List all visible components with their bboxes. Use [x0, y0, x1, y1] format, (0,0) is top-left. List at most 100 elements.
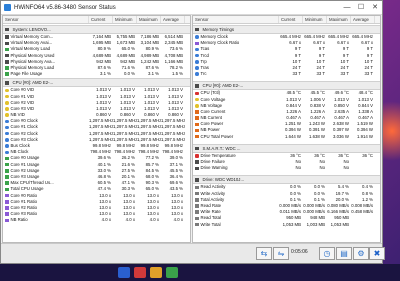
sensor-group-header[interactable]: Memory Timings [193, 25, 380, 34]
volt-icon [195, 97, 199, 102]
sensor-pane-left[interactable]: Sensor Current Minimum Maximum Average S… [2, 15, 191, 243]
disk-icon [195, 204, 199, 208]
col-current[interactable]: Current [279, 16, 303, 23]
col-maximum[interactable]: Maximum [327, 16, 351, 23]
clock-icon[interactable]: ◷ [319, 247, 335, 260]
maximum-value: No [343, 165, 350, 171]
disk-icon [195, 198, 199, 202]
volt-icon [5, 107, 9, 111]
sensor-row[interactable]: NB Ratio 4.0 x 4.0 x 4.0 x 4.0 x [3, 217, 190, 223]
minimum-value: 4.0 x [125, 217, 135, 223]
sensor-pane-right[interactable]: Sensor Current Minimum Maximum Average M… [192, 15, 381, 243]
clock-icon [195, 53, 199, 58]
sensor-group-label: System: LENOVO... [12, 27, 51, 32]
column-header: Sensor Current Minimum Maximum Average [193, 16, 380, 24]
average-value: 0.458 MB/s [351, 209, 373, 215]
col-sensor[interactable]: Sensor [3, 16, 89, 23]
taskbar-app-icon[interactable] [118, 267, 130, 278]
maximum-value: 4.0 x [149, 217, 159, 223]
current-value: 1,053 MB [282, 221, 301, 227]
volt-icon [5, 101, 9, 105]
sensor-group-label: CPU [#0]: AMD E2-... [12, 80, 54, 86]
chip-icon [195, 160, 199, 164]
taskbar-app-icon[interactable] [166, 267, 178, 278]
close-button[interactable]: ✕ [368, 1, 382, 14]
col-maximum[interactable]: Maximum [137, 16, 161, 23]
sensor-name: Drive Warning [200, 165, 228, 171]
minimum-value: 1.638 W [308, 133, 325, 139]
sensor-name: NB Ratio [10, 217, 28, 223]
maximize-button[interactable]: ☐ [354, 1, 368, 14]
temp-icon [195, 154, 199, 158]
volt-icon [5, 88, 9, 93]
sensor-group-label: Memory Timings [202, 27, 235, 32]
sensor-name-cell: Page File Usage [3, 71, 89, 77]
usage-icon [5, 187, 9, 192]
sensor-row[interactable]: Page File Usage 3.1 % 0.0 % 3.1 % 1.5 % [3, 71, 190, 77]
minimum-value: 0.0 % [124, 71, 135, 77]
col-minimum[interactable]: Minimum [303, 16, 327, 23]
sensor-group-header[interactable]: CPU [#0]: AMD E2-... [193, 81, 380, 91]
sensor-name: Trc [200, 71, 207, 77]
maximum-value: 3.036 W [332, 133, 349, 139]
sensor-name-cell: Drive Warning [193, 165, 279, 171]
title-bar[interactable]: HWiNFO64 v5.86-3480 Sensor Status — ☐ ✕ [1, 1, 382, 15]
average-value: 1.914 W [356, 133, 373, 139]
col-average[interactable]: Average [161, 16, 185, 23]
ratio-icon [5, 193, 9, 198]
memory-icon [5, 41, 9, 46]
usage-icon [5, 169, 9, 173]
settings-icon[interactable]: ⚙ [353, 247, 369, 260]
power-icon [195, 110, 199, 114]
column-header: Sensor Current Minimum Maximum Average [3, 16, 190, 24]
disk-icon [195, 191, 199, 196]
sensor-name-cell: Trc [193, 71, 279, 77]
col-average[interactable]: Average [351, 16, 375, 23]
maximum-value: 3.1 % [148, 71, 159, 77]
sensor-row[interactable]: Write Total 1,053 MB 1,003 MB 1,053 MB [193, 222, 380, 228]
taskbar-app-icon[interactable] [134, 267, 146, 278]
usage-icon [5, 181, 9, 185]
maximum-value: 1,053 MB [330, 221, 349, 227]
col-minimum[interactable]: Minimum [113, 16, 137, 23]
sensor-group-header[interactable]: CPU [#0]: AMD E2-... [3, 78, 190, 88]
average-value: 4.0 x [173, 217, 183, 223]
col-sensor[interactable]: Sensor [193, 16, 279, 23]
close-sensors-icon[interactable]: ✖ [369, 247, 385, 260]
temp-icon [195, 91, 199, 96]
usage-icon [5, 72, 9, 76]
memory-icon [5, 60, 9, 64]
sensor-group-header[interactable]: S.M.A.R.T.: WDC ... [193, 143, 380, 153]
network-icon[interactable]: ⇋ [273, 247, 289, 260]
sensor-list-left: System: LENOVO... Virtual Memory Com... 7,… [3, 25, 190, 223]
sensor-group-header[interactable]: System: LENOVO... [3, 25, 190, 34]
col-current[interactable]: Current [89, 16, 113, 23]
sensor-row[interactable]: Trc 33 T 33 T 33 T 33 T [193, 71, 380, 77]
chip-icon [195, 84, 199, 88]
chip-icon [195, 146, 199, 151]
disk-icon [195, 222, 199, 227]
disk-icon [195, 185, 199, 190]
sensor-name-cell: Write Total [193, 222, 279, 228]
minimum-value: No [319, 165, 326, 171]
power-icon [195, 116, 199, 120]
report-icon[interactable]: ▤ [336, 247, 352, 260]
minimize-button[interactable]: — [340, 1, 354, 14]
arrows-icon[interactable]: ⇆ [256, 247, 272, 260]
sensor-group-label: S.M.A.R.T.: WDC ... [202, 145, 241, 151]
chip-icon [195, 178, 199, 182]
sensor-status-window: HWiNFO64 v5.86-3480 Sensor Status — ☐ ✕ … [0, 0, 385, 264]
ratio-icon [195, 41, 199, 46]
disk-icon [195, 210, 199, 214]
sensor-group-header[interactable]: Drive: WDC WD10J... [193, 175, 380, 185]
volt-icon [5, 94, 9, 99]
current-value: 3.1 % [100, 71, 111, 77]
memory-icon [5, 35, 9, 39]
disk-icon [195, 216, 199, 221]
taskbar-app-icon[interactable] [150, 267, 162, 278]
sensor-row[interactable]: CPU Total Power 1.644 W 1.638 W 3.036 W 1.91… [193, 134, 380, 140]
current-value: 1.644 W [284, 133, 301, 139]
memory-icon [5, 53, 9, 58]
